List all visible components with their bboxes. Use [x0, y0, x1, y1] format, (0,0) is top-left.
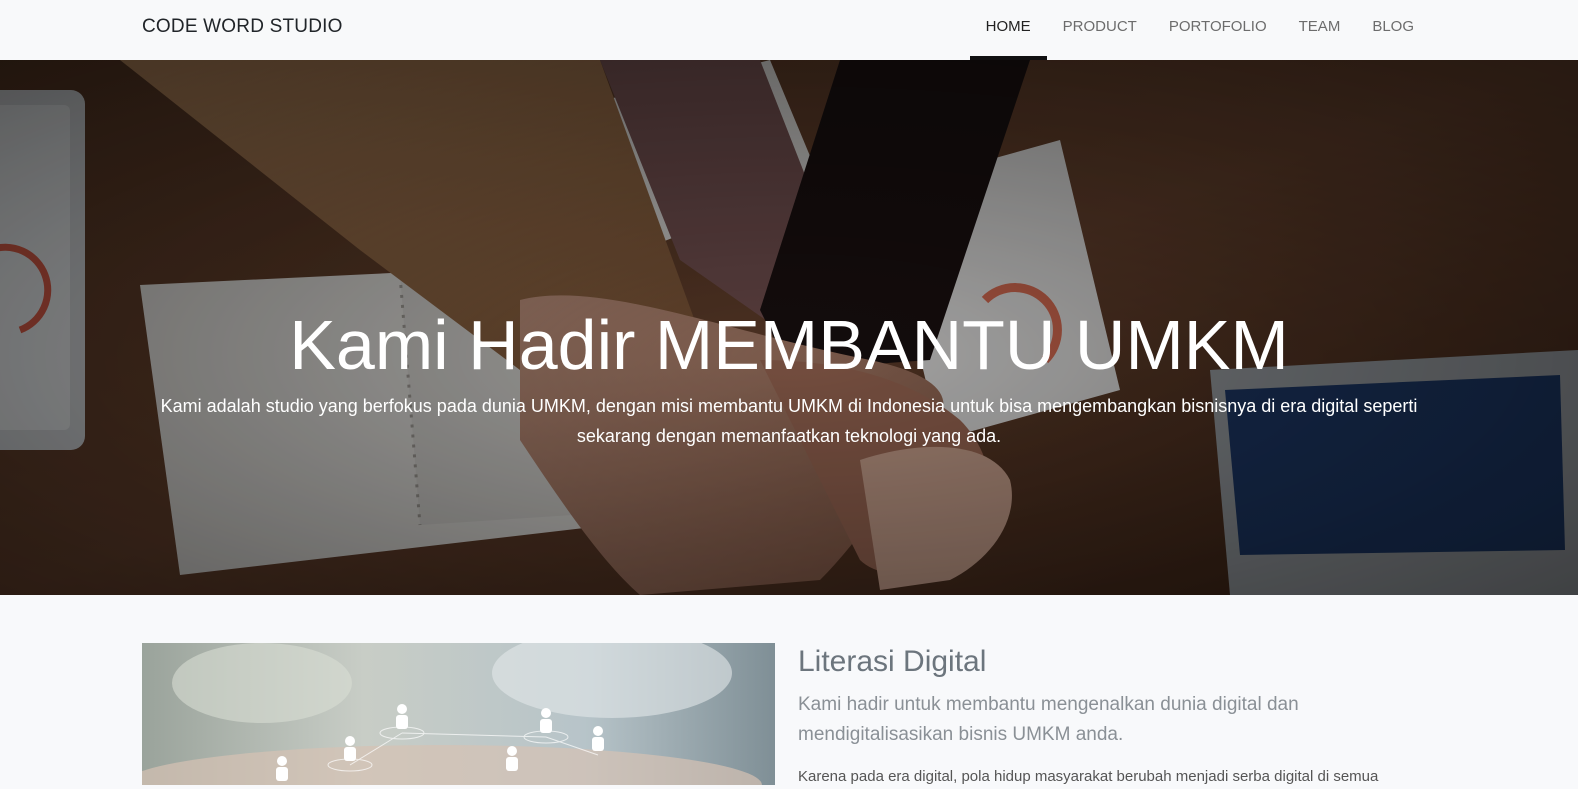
nav-item-home[interactable]: HOME [969, 0, 1047, 61]
nav-item-blog[interactable]: BLOG [1356, 0, 1430, 60]
hero-description: Kami adalah studio yang berfokus pada du… [160, 396, 1418, 446]
hero-title-bold: MEMBANTU UMKM [654, 306, 1289, 384]
nav-menu: HOME PRODUCT PORTOFOLIO TEAM BLOG [969, 0, 1430, 61]
brand-link[interactable]: CODE WORD STUDIO [142, 16, 343, 38]
nav-item-portofolio[interactable]: PORTOFOLIO [1153, 0, 1283, 60]
hero-section: Kami Hadir MEMBANTU UMKM Kami adalah stu… [0, 60, 1578, 595]
section-lead: Kami hadir untuk membantu mengenalkan du… [798, 694, 1299, 745]
literasi-digital-image [142, 643, 775, 785]
hero-title: Kami Hadir MEMBANTU UMKM [0, 303, 1578, 387]
section-title: Literasi Digital [798, 645, 987, 678]
nav-item-team[interactable]: TEAM [1283, 0, 1357, 60]
navbar: CODE WORD STUDIO HOME PRODUCT PORTOFOLIO… [0, 0, 1578, 61]
hero-title-light: Kami Hadir [289, 306, 655, 384]
section-body: Karena pada era digital, pola hidup masy… [798, 768, 1379, 785]
nav-item-product[interactable]: PRODUCT [1047, 0, 1153, 60]
